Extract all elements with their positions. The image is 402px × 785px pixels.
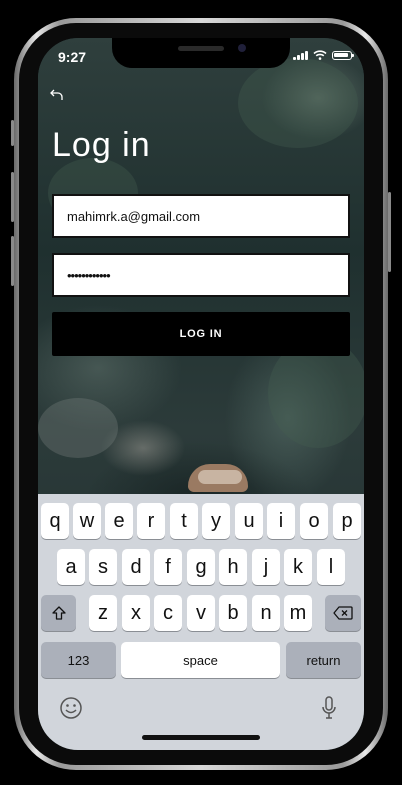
signal-icon — [293, 50, 308, 60]
key-n[interactable]: n — [252, 595, 280, 631]
key-v[interactable]: v — [187, 595, 215, 631]
microphone-icon — [322, 696, 336, 719]
delete-key[interactable] — [325, 595, 361, 631]
shift-icon — [51, 606, 66, 620]
email-field[interactable]: mahimrk.a@gmail.com — [52, 194, 350, 238]
power-button — [388, 192, 391, 272]
key-h[interactable]: h — [219, 549, 247, 585]
key-u[interactable]: u — [235, 503, 263, 539]
key-k[interactable]: k — [284, 549, 312, 585]
return-key[interactable]: return — [286, 642, 361, 678]
key-i[interactable]: i — [267, 503, 295, 539]
mute-switch — [11, 120, 14, 146]
status-icons — [293, 50, 354, 60]
key-g[interactable]: g — [187, 549, 215, 585]
key-y[interactable]: y — [202, 503, 230, 539]
keyboard: q w e r t y u i o p a s d f g h j k l z … — [38, 494, 364, 750]
password-field[interactable]: •••••••••••• — [52, 253, 350, 297]
undo-arrow-icon — [50, 89, 63, 100]
volume-down-button — [11, 236, 14, 286]
app-screen: 9:27 Log in mahimrk.a@gmail.com ••••••••… — [38, 38, 364, 750]
key-d[interactable]: d — [122, 549, 150, 585]
key-w[interactable]: w — [73, 503, 101, 539]
key-s[interactable]: s — [89, 549, 117, 585]
back-button[interactable] — [50, 88, 64, 106]
dictation-button[interactable] — [321, 696, 337, 725]
key-x[interactable]: x — [122, 595, 150, 631]
camera-icon — [238, 44, 246, 52]
login-button[interactable]: LOG IN — [52, 312, 350, 356]
key-b[interactable]: b — [219, 595, 247, 631]
home-indicator[interactable] — [142, 735, 260, 740]
page-title: Log in — [52, 126, 151, 164]
status-time: 9:27 — [58, 49, 87, 65]
key-e[interactable]: e — [105, 503, 133, 539]
space-key[interactable]: space — [121, 642, 280, 678]
notch — [112, 38, 290, 68]
delete-icon — [333, 606, 353, 620]
key-z[interactable]: z — [89, 595, 117, 631]
emoji-icon — [60, 697, 82, 719]
email-value: mahimrk.a@gmail.com — [67, 208, 201, 224]
battery-icon — [332, 50, 354, 60]
key-o[interactable]: o — [300, 503, 328, 539]
key-m[interactable]: m — [284, 595, 312, 631]
key-r[interactable]: r — [137, 503, 165, 539]
emoji-button[interactable] — [59, 696, 83, 725]
key-a[interactable]: a — [57, 549, 85, 585]
key-j[interactable]: j — [252, 549, 280, 585]
key-t[interactable]: t — [170, 503, 198, 539]
volume-up-button — [11, 172, 14, 222]
wifi-icon — [313, 50, 327, 60]
numbers-key[interactable]: 123 — [41, 642, 116, 678]
key-c[interactable]: c — [154, 595, 182, 631]
key-q[interactable]: q — [41, 503, 69, 539]
key-f[interactable]: f — [154, 549, 182, 585]
shift-key[interactable] — [41, 595, 76, 631]
password-value: •••••••••••• — [67, 267, 111, 283]
key-l[interactable]: l — [317, 549, 345, 585]
key-p[interactable]: p — [333, 503, 361, 539]
